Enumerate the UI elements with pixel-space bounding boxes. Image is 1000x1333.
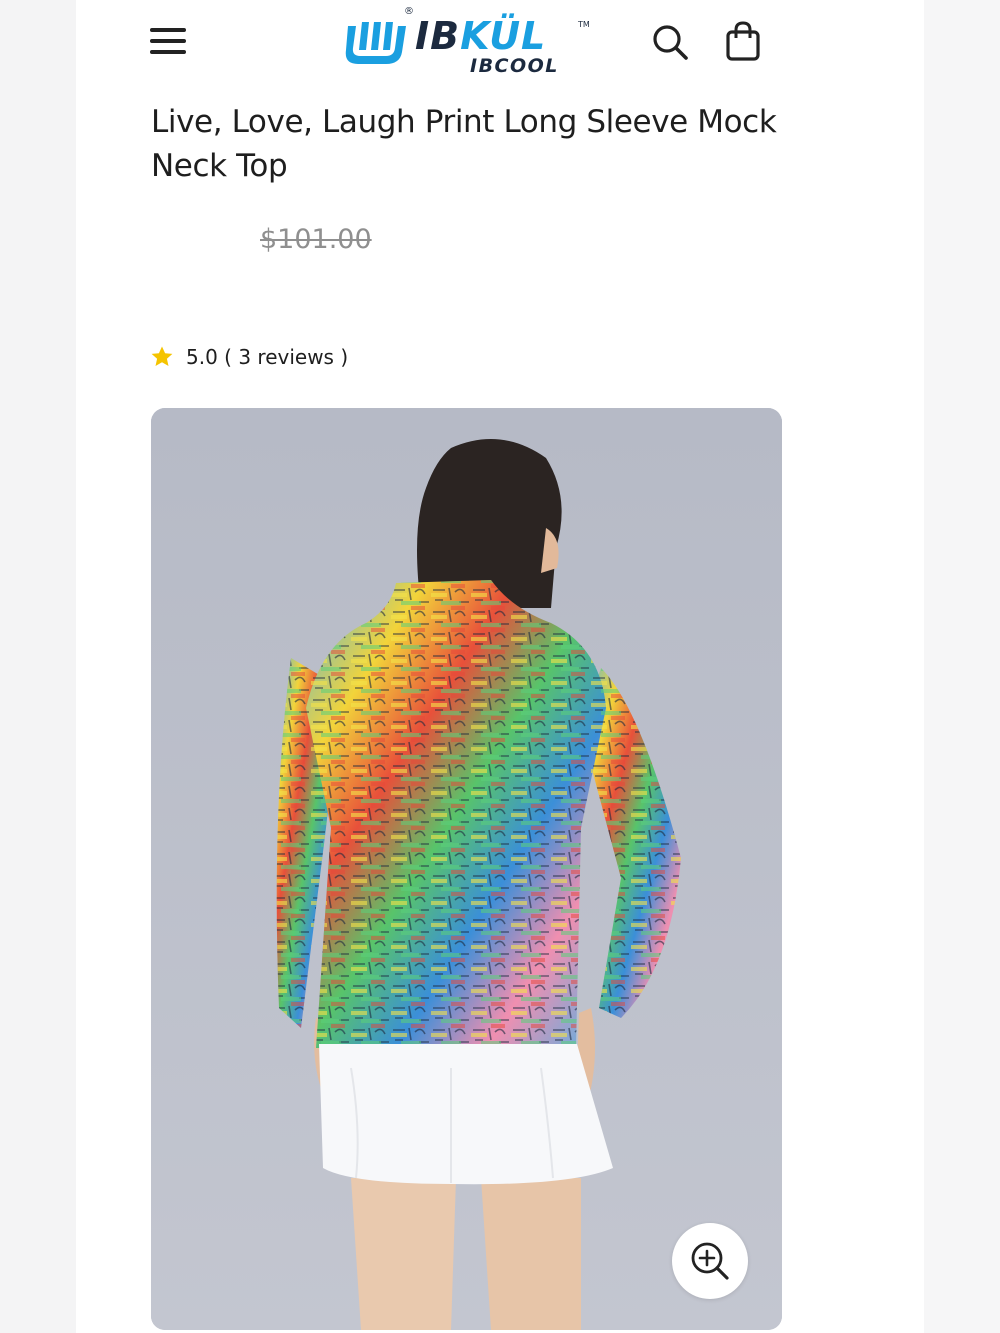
page-margin-right — [924, 0, 1000, 1333]
hamburger-menu-icon[interactable] — [150, 26, 186, 56]
trademark-mark: TM — [578, 20, 590, 29]
zoom-in-icon — [691, 1242, 729, 1280]
model-photo — [151, 408, 782, 1330]
search-icon[interactable] — [650, 22, 690, 62]
star-icon — [151, 346, 173, 366]
brand-logo[interactable]: ® IBKÜL TM IBCOOL — [340, 6, 600, 78]
product-title: Live, Love, Laugh Print Long Sleeve Mock… — [151, 104, 777, 184]
logo-mark-icon — [345, 22, 406, 64]
zoom-in-button[interactable] — [672, 1223, 748, 1299]
product-image[interactable] — [151, 408, 782, 1330]
rating-text: 5.0 ( 3 reviews ) — [186, 345, 349, 369]
page-margin-left — [0, 0, 76, 1333]
product-rating[interactable]: 5.0 ( 3 reviews ) — [150, 342, 348, 372]
shopping-bag-icon[interactable] — [724, 20, 762, 62]
logo-wordmark: IBKÜL — [415, 14, 547, 58]
logo-subtext: IBCOOL — [470, 55, 559, 77]
original-price: $101.00 — [260, 224, 372, 255]
registered-mark: ® — [404, 6, 414, 17]
